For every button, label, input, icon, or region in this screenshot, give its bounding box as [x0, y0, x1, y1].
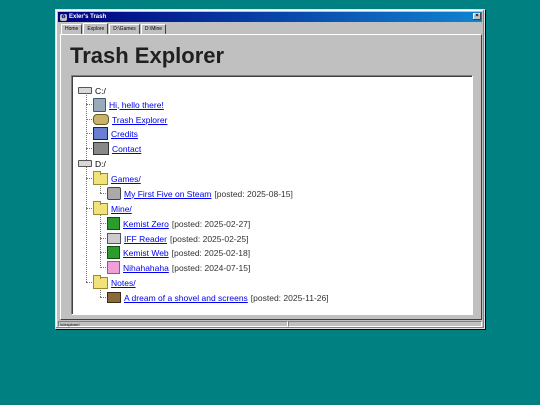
drive-icon: [78, 87, 92, 94]
tree-node[interactable]: Nihahahaha [posted: 2024-07-15]: [107, 260, 250, 275]
close-button[interactable]: ×: [473, 13, 481, 20]
tree-view: C:/ Hi, hello there! Trash Explorer Cred…: [71, 75, 473, 315]
link-mine[interactable]: Mine/: [111, 204, 132, 214]
tree-node[interactable]: Credits: [93, 126, 138, 141]
kemist-icon: [107, 246, 120, 259]
post-date: [posted: 2025-02-18]: [171, 247, 251, 258]
tab-panel: Trash Explorer C:/ Hi, hello there! Tras…: [60, 34, 482, 320]
folder-icon: [93, 200, 108, 215]
main-window: ♻ Exler's Trash × Home Explore D:\Games …: [55, 9, 485, 329]
link-notes[interactable]: Notes/: [111, 278, 136, 288]
link-hello[interactable]: Hi, hello there!: [109, 100, 164, 110]
tree-node-c-drive[interactable]: C:/: [78, 83, 106, 98]
tab-d-games[interactable]: D:\Games: [109, 24, 140, 34]
tree-node-d-drive[interactable]: D:/: [78, 156, 106, 171]
link-nihahahaha[interactable]: Nihahahaha: [123, 263, 169, 273]
kemist-icon: [107, 217, 120, 230]
tree-node[interactable]: A dream of a shovel and screens [posted:…: [107, 290, 329, 305]
link-trash-explorer[interactable]: Trash Explorer: [112, 115, 167, 125]
tab-d-mine[interactable]: D:\Mine: [140, 24, 167, 34]
link-credits[interactable]: Credits: [111, 129, 138, 139]
link-kemist-zero[interactable]: Kemist Zero: [123, 219, 169, 229]
trash-explorer-icon: [93, 114, 109, 125]
tree-node-notes[interactable]: Notes/: [93, 274, 136, 290]
post-date: [posted: 2025-11-26]: [250, 292, 329, 303]
link-shovel-post[interactable]: A dream of a shovel and screens: [124, 293, 248, 303]
window-title: Exler's Trash: [69, 14, 107, 20]
post-date: [posted: 2025-02-25]: [170, 233, 249, 244]
tree-node-games[interactable]: Games/: [93, 170, 141, 186]
steam-icon: [107, 187, 121, 200]
drive-icon: [78, 160, 92, 167]
link-kemist-web[interactable]: Kemist Web: [123, 248, 169, 258]
post-date: [posted: 2024-07-15]: [171, 262, 251, 273]
drive-label: C:/: [95, 85, 106, 96]
tab-strip: Home Explore D:\Games D:\Mine: [61, 23, 167, 34]
tree-node[interactable]: Trash Explorer: [93, 112, 167, 127]
recycle-bin-icon: [93, 97, 106, 112]
tree-node[interactable]: Hi, hello there!: [93, 97, 164, 112]
tree-node[interactable]: Kemist Zero [posted: 2025-02-27]: [107, 216, 250, 231]
post-date: [posted: 2025-02-27]: [171, 218, 251, 229]
iff-reader-icon: [107, 233, 121, 244]
tree-node[interactable]: Kemist Web [posted: 2025-02-18]: [107, 245, 250, 260]
link-steam-post[interactable]: My First Five on Steam: [124, 189, 211, 199]
page-title: Trash Explorer: [70, 43, 225, 68]
credits-icon: [93, 127, 108, 140]
tab-home[interactable]: Home: [61, 24, 83, 34]
tree-node[interactable]: Contact: [93, 141, 141, 156]
status-cell-empty: [288, 321, 482, 327]
tree-line: [86, 164, 87, 282]
title-bar[interactable]: ♻ Exler's Trash ×: [58, 12, 482, 22]
tree-node-mine[interactable]: Mine/: [93, 200, 132, 216]
contact-icon: [93, 142, 109, 155]
status-path: /c/explorer/: [58, 321, 288, 327]
link-contact[interactable]: Contact: [112, 144, 141, 154]
status-bar: /c/explorer/: [58, 321, 482, 327]
link-games[interactable]: Games/: [111, 174, 141, 184]
folder-icon: [93, 170, 108, 185]
tree-node[interactable]: IFF Reader [posted: 2025-02-25]: [107, 231, 248, 246]
tab-explore[interactable]: Explore: [83, 23, 109, 34]
drive-label: D:/: [95, 158, 106, 169]
post-date: [posted: 2025-08-15]: [214, 188, 293, 199]
tree-node[interactable]: My First Five on Steam [posted: 2025-08-…: [107, 186, 293, 201]
folder-icon: [93, 274, 108, 289]
pink-pig-icon: [107, 261, 120, 274]
app-icon: ♻: [60, 13, 67, 21]
link-iff-reader[interactable]: IFF Reader: [124, 234, 167, 244]
shovel-icon: [107, 292, 121, 303]
